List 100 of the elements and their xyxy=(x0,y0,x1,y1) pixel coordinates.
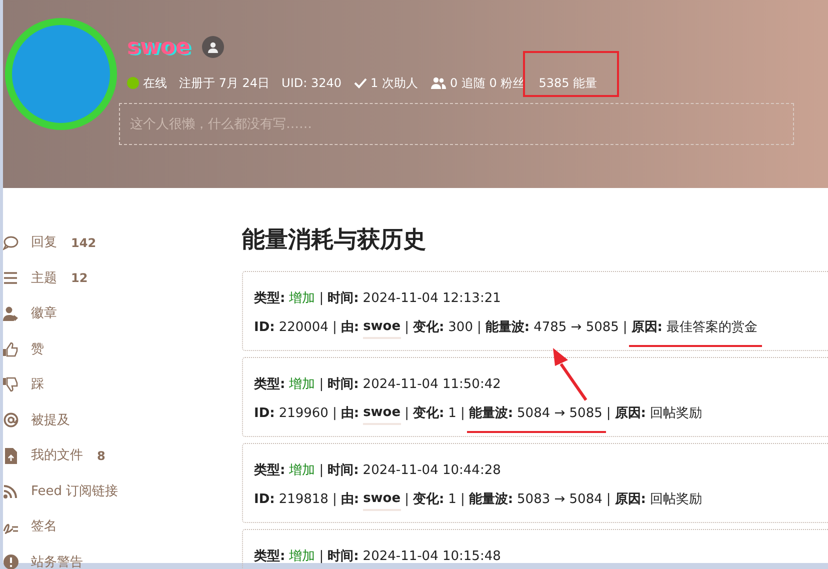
thumbs-up-icon xyxy=(3,341,19,358)
field-label: 类型: xyxy=(254,290,286,308)
separator: | xyxy=(332,319,337,338)
field-label: 变化: xyxy=(412,490,444,510)
item-count: 12 xyxy=(71,270,88,288)
separator: | xyxy=(319,290,324,308)
separator: | xyxy=(319,462,324,480)
separator: | xyxy=(622,319,628,338)
user-tag-icon xyxy=(3,306,19,322)
check-icon xyxy=(354,77,367,89)
separator: | xyxy=(460,405,465,424)
field-label: 时间: xyxy=(328,290,359,308)
field-value: 4785 → 5085 xyxy=(534,319,619,338)
separator: | xyxy=(476,319,482,338)
field-value: 1 xyxy=(448,405,456,424)
field-value: 219960 xyxy=(278,405,328,424)
field-label: ID: xyxy=(254,319,275,338)
separator: | xyxy=(404,319,409,338)
separator: | xyxy=(332,405,337,424)
speech-bubble-icon xyxy=(3,234,19,251)
sidebar-item[interactable]: 站务警告 xyxy=(3,544,223,569)
sidebar-item[interactable]: 被提及 xyxy=(3,402,223,438)
separator: | xyxy=(319,376,324,394)
separator: | xyxy=(404,491,409,510)
item-label: 站务警告 xyxy=(31,554,83,569)
field-value: 219818 xyxy=(278,491,328,510)
field-value: 回帖奖励 xyxy=(650,491,702,510)
field-label: 类型: xyxy=(254,548,286,566)
field-label: 变化: xyxy=(412,318,444,338)
item-label: 被提及 xyxy=(31,412,70,430)
field-label: 类型: xyxy=(254,462,286,480)
field-label: 原因: xyxy=(614,405,646,424)
field-label: 由: xyxy=(340,405,360,424)
field-value: 220004 xyxy=(278,319,328,338)
field-value: 1 xyxy=(448,491,456,510)
field-label: 由: xyxy=(340,491,360,510)
field-label: 能量波: xyxy=(468,405,514,424)
item-count: 142 xyxy=(71,234,96,252)
type-value: 增加 xyxy=(289,376,316,394)
stat-text: 1 次助人 xyxy=(370,75,418,92)
type-value: 增加 xyxy=(289,462,316,480)
item-label: 回复 xyxy=(31,234,57,252)
field-value: 300 xyxy=(448,319,473,338)
field-label: 时间: xyxy=(328,462,359,480)
separator: | xyxy=(460,491,465,510)
sidebar-item[interactable]: 踩 xyxy=(3,367,223,402)
stat-text: 在线 xyxy=(143,75,167,92)
at-sign-icon xyxy=(3,412,19,428)
separator: | xyxy=(332,491,337,510)
sidebar-item[interactable]: 我的文件 8 xyxy=(3,438,223,474)
stat-text: 0 追随 0 粉丝 xyxy=(450,75,525,92)
field-label: 原因: xyxy=(631,319,662,338)
sidebar-item[interactable]: 签名 xyxy=(3,509,223,544)
sidebar-item[interactable]: 回复 142 xyxy=(3,225,223,260)
field-label: ID: xyxy=(254,405,275,424)
field-value: 5084 → 5085 xyxy=(517,405,602,424)
field-label: 能量波: xyxy=(468,491,514,510)
field-label: 时间: xyxy=(328,548,359,566)
sidebar-item[interactable]: 赞 xyxy=(3,332,223,367)
field-value: 2024-11-04 10:44:28 xyxy=(362,462,501,480)
users-icon xyxy=(430,77,446,89)
item-label: 主题 xyxy=(31,270,57,288)
separator: | xyxy=(319,548,324,566)
sidebar-item[interactable]: 主题 12 xyxy=(3,260,223,296)
stat-text: 5385 能量 xyxy=(538,75,598,92)
user-link[interactable]: swoe xyxy=(363,489,401,511)
separator: | xyxy=(606,491,611,510)
rss-icon xyxy=(3,483,19,500)
item-label: 我的文件 xyxy=(31,447,83,465)
field-label: 能量波: xyxy=(485,319,530,338)
separator: | xyxy=(606,405,611,424)
field-label: 时间: xyxy=(328,376,359,394)
item-label: 签名 xyxy=(31,518,57,536)
field-value: 2024-11-04 10:15:48 xyxy=(362,548,501,566)
field-label: 类型: xyxy=(254,376,286,394)
thumbs-down-icon xyxy=(3,376,19,393)
field-value: 5083 → 5084 xyxy=(517,491,602,510)
field-value: 回帖奖励 xyxy=(650,405,702,424)
item-label: 徽章 xyxy=(31,305,57,323)
type-value: 增加 xyxy=(289,290,316,308)
field-value: 2024-11-04 12:13:21 xyxy=(362,290,501,308)
field-label: 变化: xyxy=(412,404,444,424)
separator: | xyxy=(404,405,409,424)
field-label: ID: xyxy=(254,491,275,510)
item-label: 踩 xyxy=(31,376,44,394)
user-link[interactable]: swoe xyxy=(363,317,401,339)
stat-text: UID: 3240 xyxy=(282,75,342,92)
field-value: 2024-11-04 11:50:42 xyxy=(362,376,501,394)
page-title: 能量消耗与获历史 xyxy=(242,226,427,255)
user-link[interactable]: swoe xyxy=(363,403,401,425)
field-value: 最佳答案的赏金 xyxy=(666,319,758,338)
field-label: 原因: xyxy=(614,491,646,510)
item-count: 8 xyxy=(97,448,106,465)
item-label: Feed 订阅链接 xyxy=(31,482,118,500)
field-label: 由: xyxy=(340,319,360,338)
username: swoe xyxy=(127,34,190,62)
list-icon xyxy=(3,270,19,286)
sidebar-item[interactable]: 徽章 xyxy=(3,296,223,332)
item-label: 赞 xyxy=(31,340,44,358)
sidebar-item[interactable]: Feed 订阅链接 xyxy=(3,474,223,509)
